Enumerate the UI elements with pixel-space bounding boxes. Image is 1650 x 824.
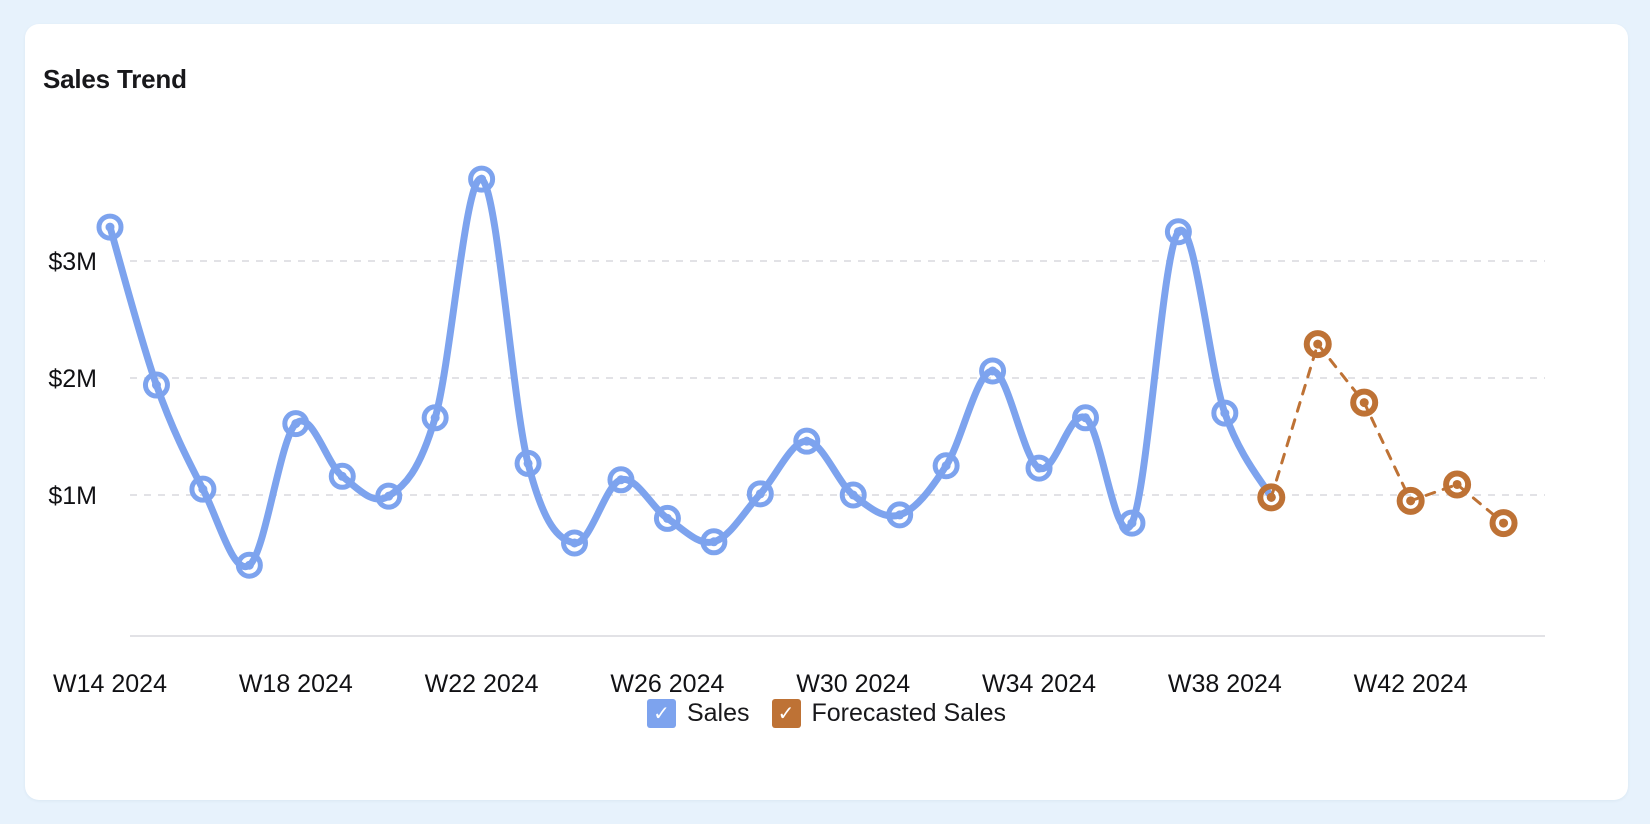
- series-line-forecasted-sales: [1269, 342, 1506, 525]
- data-point-center[interactable]: [1220, 408, 1230, 418]
- data-point-center[interactable]: [570, 538, 580, 548]
- data-point-center[interactable]: [477, 174, 487, 184]
- x-axis-tick-label: W14 2024: [53, 670, 167, 698]
- sales-trend-line-chart[interactable]: $1M $2M $3M W14 2024 W18 2024 W22 2024 W26 202…: [25, 24, 1628, 724]
- data-point-center[interactable]: [848, 490, 858, 500]
- legend-label-sales: Sales: [686, 699, 750, 727]
- x-axis-tick-label: W30 2024: [796, 670, 910, 698]
- legend-checkbox-forecasted-sales[interactable]: ✓: [771, 699, 801, 728]
- legend-item-sales[interactable]: ✓ Sales: [646, 699, 750, 728]
- data-point-center[interactable]: [1173, 227, 1183, 237]
- legend-checkbox-sales[interactable]: ✓: [646, 699, 676, 728]
- sales-trend-card: Sales Trend $1M $2M $3M W14 2024 W18 2024 W22…: [25, 24, 1628, 800]
- data-point-center[interactable]: [291, 419, 301, 429]
- data-point-center[interactable]: [1034, 463, 1044, 473]
- data-point-center[interactable]: [1406, 496, 1416, 506]
- y-axis-tick-label: $2M: [48, 365, 97, 393]
- data-point-center[interactable]: [755, 489, 765, 499]
- data-point-center[interactable]: [151, 380, 161, 390]
- legend-label-forecasted-sales: Forecasted Sales: [811, 699, 1007, 727]
- x-axis-tick-label: W22 2024: [425, 670, 539, 698]
- data-point-center[interactable]: [1080, 413, 1090, 423]
- data-point-center[interactable]: [523, 458, 533, 468]
- data-point-center[interactable]: [1452, 479, 1462, 489]
- data-point-center[interactable]: [662, 513, 672, 523]
- x-axis-tick-label: W34 2024: [982, 670, 1096, 698]
- data-point-center[interactable]: [244, 560, 254, 570]
- data-point-center[interactable]: [337, 471, 347, 481]
- data-point-center[interactable]: [1127, 518, 1137, 528]
- x-axis-tick-label: W42 2024: [1354, 670, 1468, 698]
- data-point-center[interactable]: [941, 461, 951, 471]
- x-axis-tick-label: W18 2024: [239, 670, 353, 698]
- data-point-center[interactable]: [1313, 339, 1323, 349]
- chart-plot-area: $1M $2M $3M W14 2024 W18 2024 W22 2024 W26 202…: [25, 24, 1628, 800]
- data-point-center[interactable]: [384, 491, 394, 501]
- x-axis-tick-label: W38 2024: [1168, 670, 1282, 698]
- data-point-center[interactable]: [198, 484, 208, 494]
- legend-item-forecasted-sales[interactable]: ✓ Forecasted Sales: [771, 699, 1007, 728]
- data-point-center[interactable]: [1266, 492, 1276, 502]
- y-axis-tick-label: $3M: [48, 248, 97, 276]
- data-point-center[interactable]: [430, 413, 440, 423]
- data-point-center[interactable]: [105, 222, 115, 232]
- x-axis-tick-label: W26 2024: [610, 670, 724, 698]
- chart-legend: ✓ Sales ✓ Forecasted Sales: [25, 699, 1628, 728]
- data-point-center[interactable]: [988, 366, 998, 376]
- data-point-center[interactable]: [802, 436, 812, 446]
- data-point-center[interactable]: [1499, 518, 1509, 528]
- data-point-center[interactable]: [1359, 398, 1369, 408]
- series-line-sales: [106, 175, 1275, 571]
- data-point-center[interactable]: [709, 537, 719, 547]
- data-point-center[interactable]: [895, 510, 905, 520]
- y-axis-tick-label: $1M: [48, 482, 97, 510]
- data-point-center[interactable]: [616, 475, 626, 485]
- chart-page: Sales Trend $1M $2M $3M W14 2024 W18 2024 W22…: [0, 0, 1650, 824]
